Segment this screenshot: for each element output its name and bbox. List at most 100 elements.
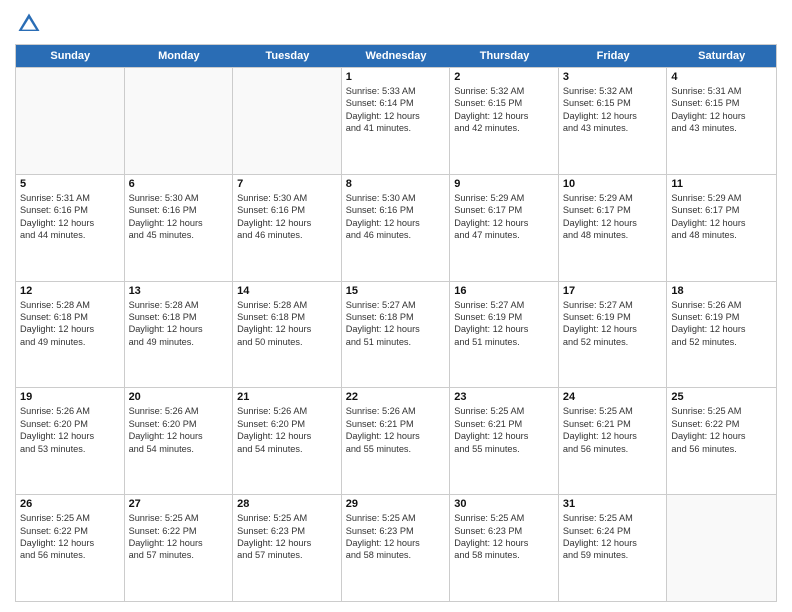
cell-info: Sunset: 6:22 PM <box>129 525 229 537</box>
cell-info: Sunrise: 5:31 AM <box>671 85 772 97</box>
cell-info: Daylight: 12 hours <box>20 430 120 442</box>
cell-info: Sunset: 6:21 PM <box>454 418 554 430</box>
weekday-header-sunday: Sunday <box>16 45 125 67</box>
cell-info: Sunset: 6:20 PM <box>237 418 337 430</box>
cell-info: Sunrise: 5:25 AM <box>346 512 446 524</box>
day-number: 30 <box>454 498 554 510</box>
cal-cell: 11Sunrise: 5:29 AMSunset: 6:17 PMDayligh… <box>667 175 776 281</box>
cal-cell: 16Sunrise: 5:27 AMSunset: 6:19 PMDayligh… <box>450 282 559 388</box>
day-number: 18 <box>671 285 772 297</box>
day-number: 15 <box>346 285 446 297</box>
cal-cell: 12Sunrise: 5:28 AMSunset: 6:18 PMDayligh… <box>16 282 125 388</box>
cell-info: Daylight: 12 hours <box>563 430 663 442</box>
cell-info: Sunset: 6:20 PM <box>20 418 120 430</box>
cell-info: and 42 minutes. <box>454 122 554 134</box>
cell-info: and 57 minutes. <box>237 549 337 561</box>
calendar-row-5: 26Sunrise: 5:25 AMSunset: 6:22 PMDayligh… <box>16 494 776 601</box>
day-number: 16 <box>454 285 554 297</box>
cell-info: and 41 minutes. <box>346 122 446 134</box>
cell-info: Daylight: 12 hours <box>671 323 772 335</box>
cal-cell: 25Sunrise: 5:25 AMSunset: 6:22 PMDayligh… <box>667 388 776 494</box>
calendar-row-1: 1Sunrise: 5:33 AMSunset: 6:14 PMDaylight… <box>16 67 776 174</box>
cell-info: Daylight: 12 hours <box>671 430 772 442</box>
weekday-header-wednesday: Wednesday <box>342 45 451 67</box>
cell-info: and 56 minutes. <box>20 549 120 561</box>
cell-info: Daylight: 12 hours <box>237 217 337 229</box>
cell-info: and 56 minutes. <box>671 443 772 455</box>
cell-info: and 48 minutes. <box>563 229 663 241</box>
day-number: 19 <box>20 391 120 403</box>
cal-cell: 9Sunrise: 5:29 AMSunset: 6:17 PMDaylight… <box>450 175 559 281</box>
cell-info: Sunset: 6:19 PM <box>563 311 663 323</box>
cell-info: Sunrise: 5:26 AM <box>129 405 229 417</box>
day-number: 2 <box>454 71 554 83</box>
cell-info: Sunrise: 5:25 AM <box>237 512 337 524</box>
cell-info: Sunrise: 5:32 AM <box>454 85 554 97</box>
cell-info: Sunrise: 5:25 AM <box>563 405 663 417</box>
cell-info: Sunrise: 5:27 AM <box>563 299 663 311</box>
cell-info: Sunset: 6:18 PM <box>346 311 446 323</box>
cell-info: Sunset: 6:23 PM <box>454 525 554 537</box>
cell-info: Sunrise: 5:27 AM <box>454 299 554 311</box>
cell-info: Daylight: 12 hours <box>237 430 337 442</box>
day-number: 27 <box>129 498 229 510</box>
cal-cell: 6Sunrise: 5:30 AMSunset: 6:16 PMDaylight… <box>125 175 234 281</box>
cell-info: and 46 minutes. <box>346 229 446 241</box>
cell-info: and 46 minutes. <box>237 229 337 241</box>
day-number: 7 <box>237 178 337 190</box>
day-number: 28 <box>237 498 337 510</box>
cal-cell: 8Sunrise: 5:30 AMSunset: 6:16 PMDaylight… <box>342 175 451 281</box>
cell-info: Sunrise: 5:25 AM <box>20 512 120 524</box>
cell-info: Daylight: 12 hours <box>20 537 120 549</box>
day-number: 12 <box>20 285 120 297</box>
weekday-header-tuesday: Tuesday <box>233 45 342 67</box>
cal-cell: 17Sunrise: 5:27 AMSunset: 6:19 PMDayligh… <box>559 282 668 388</box>
logo-icon <box>15 10 43 38</box>
calendar-row-2: 5Sunrise: 5:31 AMSunset: 6:16 PMDaylight… <box>16 174 776 281</box>
cell-info: Sunset: 6:18 PM <box>129 311 229 323</box>
cell-info: and 55 minutes. <box>454 443 554 455</box>
cell-info: Sunset: 6:23 PM <box>346 525 446 537</box>
cell-info: Sunset: 6:22 PM <box>671 418 772 430</box>
cal-cell: 30Sunrise: 5:25 AMSunset: 6:23 PMDayligh… <box>450 495 559 601</box>
cal-cell: 22Sunrise: 5:26 AMSunset: 6:21 PMDayligh… <box>342 388 451 494</box>
day-number: 25 <box>671 391 772 403</box>
cell-info: Daylight: 12 hours <box>237 537 337 549</box>
cell-info: Sunrise: 5:31 AM <box>20 192 120 204</box>
cell-info: Sunset: 6:21 PM <box>563 418 663 430</box>
cell-info: and 58 minutes. <box>346 549 446 561</box>
cell-info: Sunset: 6:16 PM <box>20 204 120 216</box>
cell-info: Sunrise: 5:30 AM <box>346 192 446 204</box>
cell-info: Sunrise: 5:30 AM <box>129 192 229 204</box>
cal-cell: 18Sunrise: 5:26 AMSunset: 6:19 PMDayligh… <box>667 282 776 388</box>
cal-cell: 23Sunrise: 5:25 AMSunset: 6:21 PMDayligh… <box>450 388 559 494</box>
cell-info: Daylight: 12 hours <box>563 217 663 229</box>
cell-info: and 44 minutes. <box>20 229 120 241</box>
cell-info: Sunset: 6:16 PM <box>129 204 229 216</box>
day-number: 8 <box>346 178 446 190</box>
weekday-header-monday: Monday <box>125 45 234 67</box>
day-number: 13 <box>129 285 229 297</box>
cell-info: Sunrise: 5:28 AM <box>237 299 337 311</box>
cell-info: and 48 minutes. <box>671 229 772 241</box>
cal-cell: 20Sunrise: 5:26 AMSunset: 6:20 PMDayligh… <box>125 388 234 494</box>
weekday-header-friday: Friday <box>559 45 668 67</box>
cal-cell: 10Sunrise: 5:29 AMSunset: 6:17 PMDayligh… <box>559 175 668 281</box>
cal-cell: 29Sunrise: 5:25 AMSunset: 6:23 PMDayligh… <box>342 495 451 601</box>
cell-info: and 57 minutes. <box>129 549 229 561</box>
cell-info: Sunrise: 5:27 AM <box>346 299 446 311</box>
cal-cell: 7Sunrise: 5:30 AMSunset: 6:16 PMDaylight… <box>233 175 342 281</box>
day-number: 14 <box>237 285 337 297</box>
cell-info: and 51 minutes. <box>346 336 446 348</box>
cell-info: and 52 minutes. <box>671 336 772 348</box>
cal-cell: 21Sunrise: 5:26 AMSunset: 6:20 PMDayligh… <box>233 388 342 494</box>
cell-info: Sunrise: 5:28 AM <box>20 299 120 311</box>
cell-info: and 45 minutes. <box>129 229 229 241</box>
calendar-body: 1Sunrise: 5:33 AMSunset: 6:14 PMDaylight… <box>16 67 776 601</box>
cell-info: Daylight: 12 hours <box>346 217 446 229</box>
cell-info: Sunrise: 5:30 AM <box>237 192 337 204</box>
cal-cell: 5Sunrise: 5:31 AMSunset: 6:16 PMDaylight… <box>16 175 125 281</box>
cell-info: Sunrise: 5:25 AM <box>454 512 554 524</box>
cell-info: Sunrise: 5:25 AM <box>563 512 663 524</box>
cal-cell: 14Sunrise: 5:28 AMSunset: 6:18 PMDayligh… <box>233 282 342 388</box>
